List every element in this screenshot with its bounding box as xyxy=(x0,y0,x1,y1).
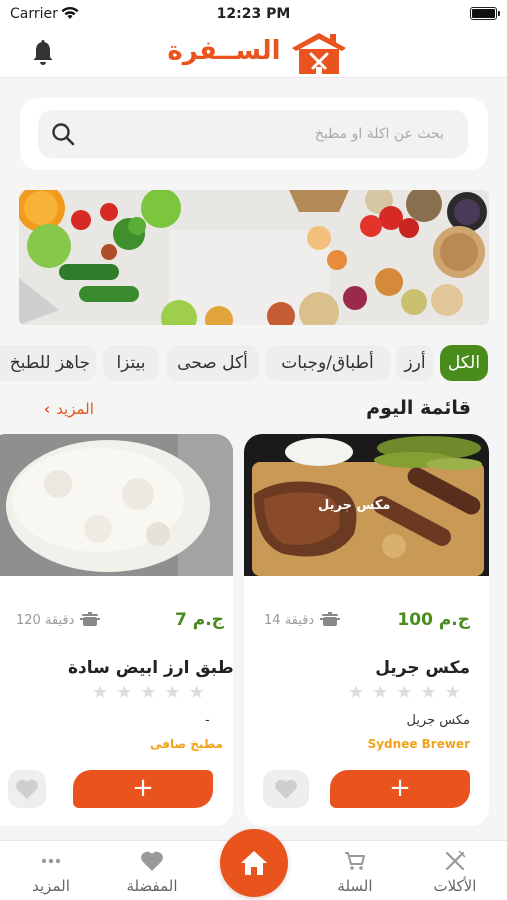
tab-cart[interactable]: السلة xyxy=(310,849,400,895)
star-icon: ★ xyxy=(396,682,413,703)
more-dots-icon xyxy=(41,858,61,864)
bell-icon[interactable] xyxy=(31,39,55,67)
category-chips: الكل أرز أطباق/وجبات أكل صحى بيتزا جاهز … xyxy=(0,345,507,381)
prep-time-label: 120 دقيقة xyxy=(16,612,75,628)
tab-cart-label: السلة xyxy=(337,877,373,895)
rating-stars: ★ ★ ★ ★ ★ xyxy=(92,682,205,703)
prep-time: 120 دقيقة xyxy=(16,612,101,628)
tab-favorites-label: المفضلة xyxy=(126,877,178,895)
heart-icon xyxy=(275,779,297,799)
chef-name[interactable]: Sydnee Brewer xyxy=(368,737,470,751)
search-input[interactable] xyxy=(98,110,454,158)
tab-more[interactable]: المزيد xyxy=(6,849,96,895)
star-icon: ★ xyxy=(348,682,365,703)
add-to-cart-button[interactable]: + xyxy=(73,770,213,808)
add-to-cart-button[interactable]: + xyxy=(330,770,470,808)
dish-title: مكس جريل xyxy=(375,658,470,678)
price-label: 100 ج.م xyxy=(397,610,470,630)
chevron-left-icon: ‹ xyxy=(44,400,51,418)
dish-card[interactable] xyxy=(0,434,233,826)
dish-image: مكس جريل xyxy=(244,434,489,576)
search-box[interactable] xyxy=(38,110,468,158)
star-icon: ★ xyxy=(164,682,181,703)
tab-favorites[interactable]: المفضلة xyxy=(107,849,197,895)
chip-rice[interactable]: أرز xyxy=(396,345,434,381)
home-button[interactable] xyxy=(220,829,288,897)
home-icon xyxy=(241,851,267,875)
image-overlay-text: مكس جريل xyxy=(318,498,391,513)
chip-pizza[interactable]: بيتزا xyxy=(103,345,159,381)
tab-meals[interactable]: الأكلات xyxy=(410,849,500,895)
rating-stars: ★ ★ ★ ★ ★ xyxy=(348,682,461,703)
app-logo: الســفرة xyxy=(160,28,350,78)
price-label: 7 ج.م xyxy=(175,610,224,630)
favorite-button[interactable] xyxy=(8,770,46,808)
status-bar: Carrier 12:23 PM xyxy=(0,0,507,28)
star-icon: ★ xyxy=(188,682,205,703)
section-title: قائمة اليوم xyxy=(366,397,471,419)
tab-more-label: المزيد xyxy=(32,877,70,895)
chip-dishes-meals[interactable]: أطباق/وجبات xyxy=(265,345,390,381)
star-icon: ★ xyxy=(140,682,157,703)
battery-icon xyxy=(470,7,500,20)
search-icon[interactable] xyxy=(50,121,76,147)
star-icon: ★ xyxy=(372,682,389,703)
utensils-icon xyxy=(445,850,466,871)
app-header: الســفرة xyxy=(0,28,507,78)
chip-all[interactable]: الكل xyxy=(440,345,488,381)
dish-subtitle: - xyxy=(205,713,210,728)
more-link-label: المزيد xyxy=(56,400,94,418)
logo-house-icon xyxy=(292,33,346,74)
clock: 12:23 PM xyxy=(216,6,291,22)
dish-subtitle: مكس جريل xyxy=(406,713,470,728)
star-icon: ★ xyxy=(420,682,437,703)
star-icon: ★ xyxy=(444,682,461,703)
star-icon: ★ xyxy=(92,682,109,703)
more-link[interactable]: ‹ المزيد xyxy=(44,400,94,418)
chef-name[interactable]: مطبخ صافى xyxy=(150,737,223,751)
pot-icon xyxy=(80,612,101,626)
chip-ready-to-cook[interactable]: جاهز للطبخ xyxy=(0,345,96,381)
search-card xyxy=(20,98,488,170)
pot-icon xyxy=(320,612,341,626)
promo-banner[interactable] xyxy=(19,190,489,325)
dish-card[interactable]: مكس جريل xyxy=(244,434,489,826)
prep-time: 14 دقيقة xyxy=(264,612,341,628)
banner-food-image xyxy=(19,190,489,325)
prep-time-label: 14 دقيقة xyxy=(264,612,315,628)
heart-icon xyxy=(141,851,163,871)
favorite-button[interactable] xyxy=(263,770,309,808)
heart-icon xyxy=(16,779,38,799)
dish-image xyxy=(0,434,233,576)
chip-healthy[interactable]: أكل صحى xyxy=(166,345,259,381)
tab-meals-label: الأكلات xyxy=(433,877,477,895)
dish-title: طبق ارز ابيض سادة xyxy=(68,658,234,678)
cart-icon xyxy=(345,852,365,870)
logo-text: الســفرة xyxy=(167,36,281,66)
star-icon: ★ xyxy=(116,682,133,703)
